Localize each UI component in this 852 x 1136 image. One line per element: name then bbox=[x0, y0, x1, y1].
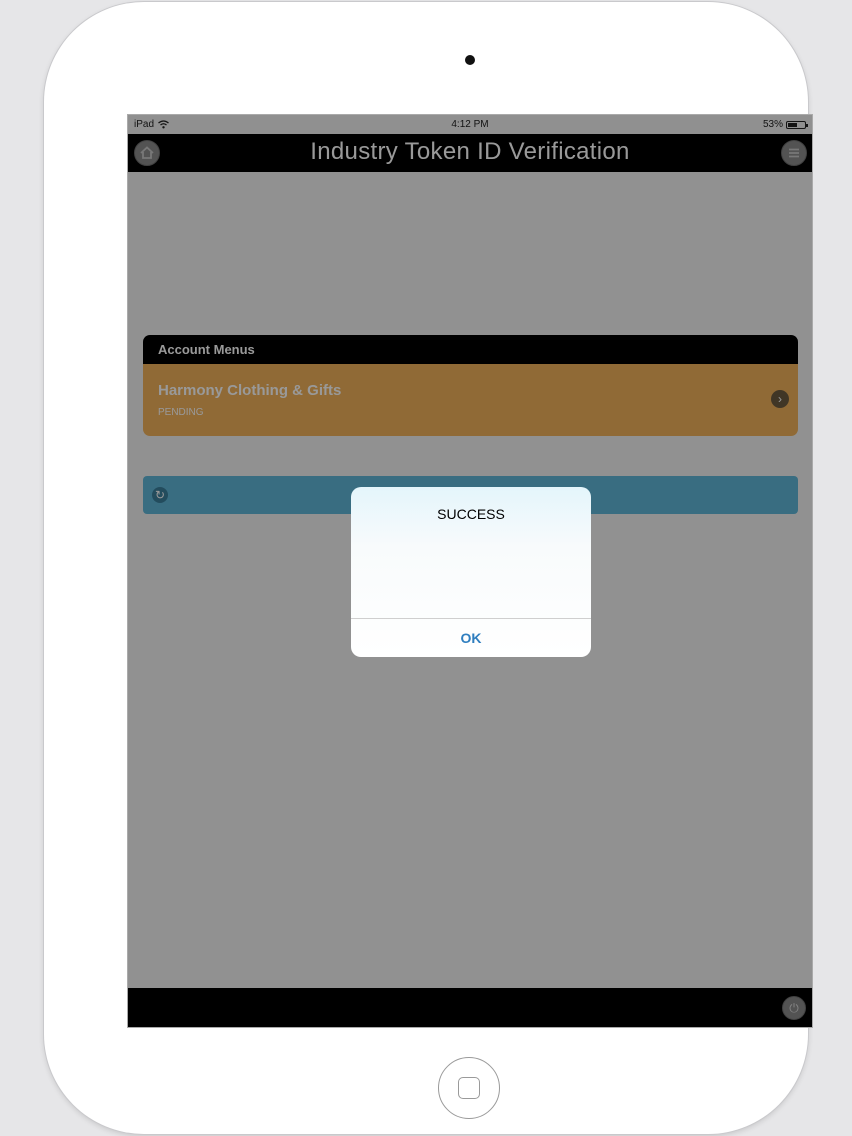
tablet-frame: iPad 4:12 PM 53% Industry Token ID Verif… bbox=[44, 2, 813, 1134]
alert-title: SUCCESS bbox=[437, 506, 505, 522]
ok-button[interactable]: OK bbox=[351, 619, 591, 657]
success-alert: SUCCESS OK bbox=[351, 487, 591, 657]
camera bbox=[465, 55, 475, 65]
screen: iPad 4:12 PM 53% Industry Token ID Verif… bbox=[127, 114, 813, 1028]
device-home-button[interactable] bbox=[438, 1057, 500, 1119]
